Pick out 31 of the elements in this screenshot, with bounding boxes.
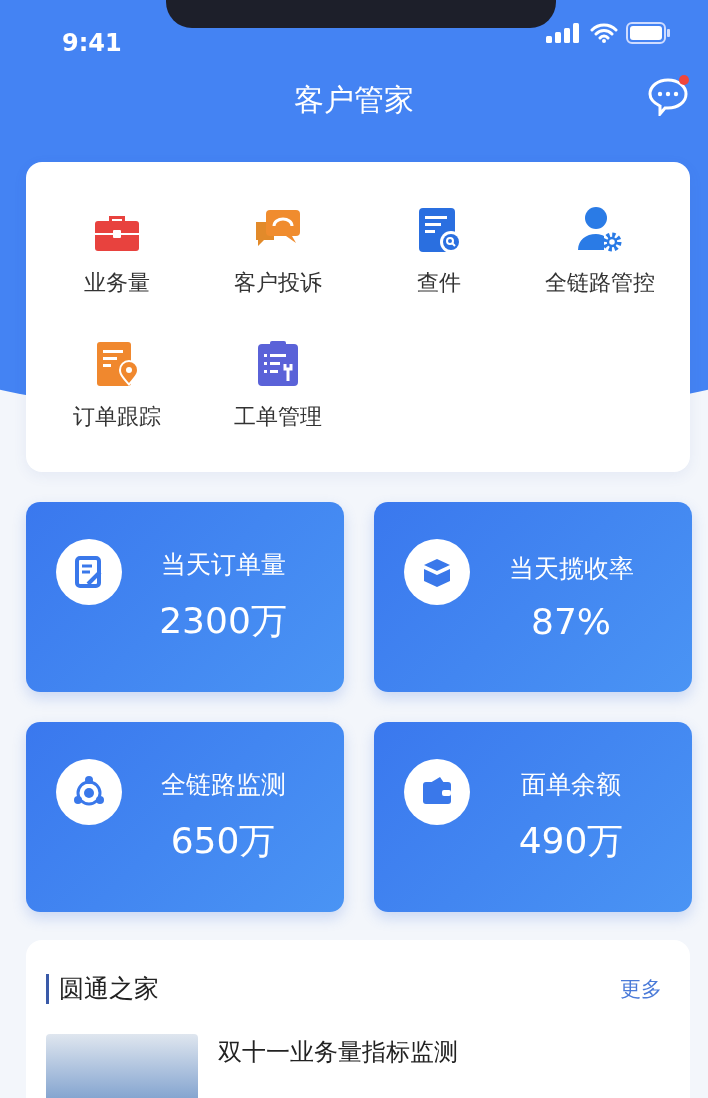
box-icon xyxy=(404,539,470,605)
news-title[interactable]: 双十一业务量指标监测 xyxy=(218,1036,458,1068)
more-link[interactable]: 更多 xyxy=(620,975,662,1003)
stat-value: 650万 xyxy=(170,819,276,863)
menu-item[interactable]: 工单管理 xyxy=(197,338,358,472)
stat-label: 全链路监测 xyxy=(160,769,286,801)
page-title: 客户管家 xyxy=(294,80,414,119)
network-icon xyxy=(56,759,122,825)
menu-item[interactable]: 全链路管控 xyxy=(519,204,680,338)
stat-card[interactable]: 全链路监测 650万 xyxy=(26,722,344,912)
stat-label: 面单余额 xyxy=(521,769,621,801)
stat-card[interactable]: 当天订单量 2300万 xyxy=(26,502,344,692)
stat-value: 490万 xyxy=(518,819,624,863)
battery-icon xyxy=(626,22,670,44)
menu-item[interactable]: 订单跟踪 xyxy=(36,338,197,472)
stat-label: 当天揽收率 xyxy=(508,553,634,585)
menu-item[interactable]: 业务量 xyxy=(36,204,197,338)
stat-label: 当天订单量 xyxy=(160,549,286,581)
note-pen-icon xyxy=(56,539,122,605)
stat-value: 87% xyxy=(531,601,611,642)
wifi-icon xyxy=(590,23,618,43)
section-title: 圆通之家 xyxy=(46,974,159,1004)
message-icon[interactable] xyxy=(646,74,692,116)
stat-card[interactable]: 面单余额 490万 xyxy=(374,722,692,912)
stat-card[interactable]: 当天揽收率 87% xyxy=(374,502,692,692)
stat-value: 2300万 xyxy=(159,599,287,643)
signal-icon xyxy=(546,23,582,43)
menu-item[interactable]: 客户投诉 xyxy=(197,204,358,338)
menu-item[interactable]: 查件 xyxy=(358,204,519,338)
status-time: 9:41 xyxy=(62,29,122,57)
wallet-icon xyxy=(404,759,470,825)
